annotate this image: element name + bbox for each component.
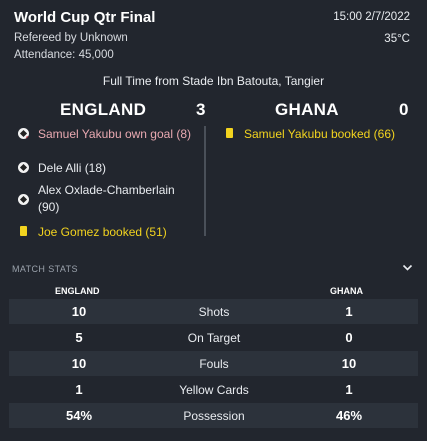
- yellow-card-icon: [20, 226, 27, 236]
- temperature-text: 35°C: [384, 33, 410, 45]
- stat-home-value: 10: [71, 356, 87, 371]
- stat-label: Possession: [183, 408, 245, 423]
- events-divider: [204, 126, 206, 236]
- match-stats-header: MATCH STATS: [12, 264, 78, 274]
- event-text: Dele Alli (18): [38, 161, 107, 175]
- stat-label: Shots: [198, 304, 230, 319]
- match-datetime: 15:00 2/7/2022: [333, 11, 410, 23]
- home-team-score: 3: [196, 100, 206, 119]
- home-event-booking[interactable]: Joe Gomez booked (51): [18, 224, 167, 241]
- stat-row-on-target: 5 On Target 0: [9, 325, 418, 350]
- stat-home-value: 54%: [65, 408, 93, 423]
- stats-away-column-label: GHANA: [330, 286, 363, 296]
- chevron-down-icon[interactable]: [402, 262, 413, 273]
- stat-label: Fouls: [199, 356, 229, 371]
- away-team-score: 0: [399, 100, 409, 119]
- stat-home-value: 10: [71, 304, 87, 319]
- away-team-name[interactable]: GHANA: [275, 100, 339, 120]
- stat-row-shots: 10 Shots 1: [9, 299, 418, 324]
- result-venue-line: Full Time from Stade Ibn Batouta, Tangie…: [102, 74, 325, 88]
- stat-row-fouls: 10 Fouls 10: [9, 351, 418, 376]
- competition-title: World Cup Qtr Final: [14, 9, 156, 26]
- event-text: Samuel Yakubu own goal (8): [38, 127, 191, 141]
- football-icon: [18, 162, 29, 173]
- stat-home-value: 5: [75, 330, 83, 345]
- yellow-card-icon: [226, 128, 233, 138]
- home-event-goal[interactable]: Alex Oxlade-Chamberlain (90): [18, 182, 198, 216]
- stat-away-value: 46%: [335, 408, 363, 423]
- stat-home-value: 1: [75, 382, 83, 397]
- event-text: Joe Gomez booked (51): [38, 225, 167, 239]
- event-text: Alex Oxlade-Chamberlain (90): [38, 183, 175, 214]
- attendance-text: Attendance: 45,000: [14, 49, 114, 61]
- stat-label: On Target: [187, 330, 241, 345]
- event-text: Samuel Yakubu booked (66): [244, 127, 395, 141]
- referee-text: Refereed by Unknown: [14, 32, 128, 44]
- stats-home-column-label: ENGLAND: [55, 286, 100, 296]
- stat-row-possession: 54% Possession 46%: [9, 403, 418, 428]
- home-event-goal[interactable]: Dele Alli (18): [18, 160, 106, 177]
- stat-label: Yellow Cards: [179, 382, 249, 397]
- home-event-own-goal[interactable]: Samuel Yakubu own goal (8): [18, 126, 191, 143]
- away-event-booking[interactable]: Samuel Yakubu booked (66): [224, 126, 395, 143]
- home-team-name[interactable]: ENGLAND: [60, 100, 146, 120]
- own-goal-ball-icon: [18, 128, 29, 139]
- stat-away-value: 10: [341, 356, 357, 371]
- stat-away-value: 1: [345, 382, 353, 397]
- stat-away-value: 1: [345, 304, 353, 319]
- stat-away-value: 0: [345, 330, 353, 345]
- football-icon: [18, 194, 29, 205]
- stat-row-yellow-cards: 1 Yellow Cards 1: [9, 377, 418, 402]
